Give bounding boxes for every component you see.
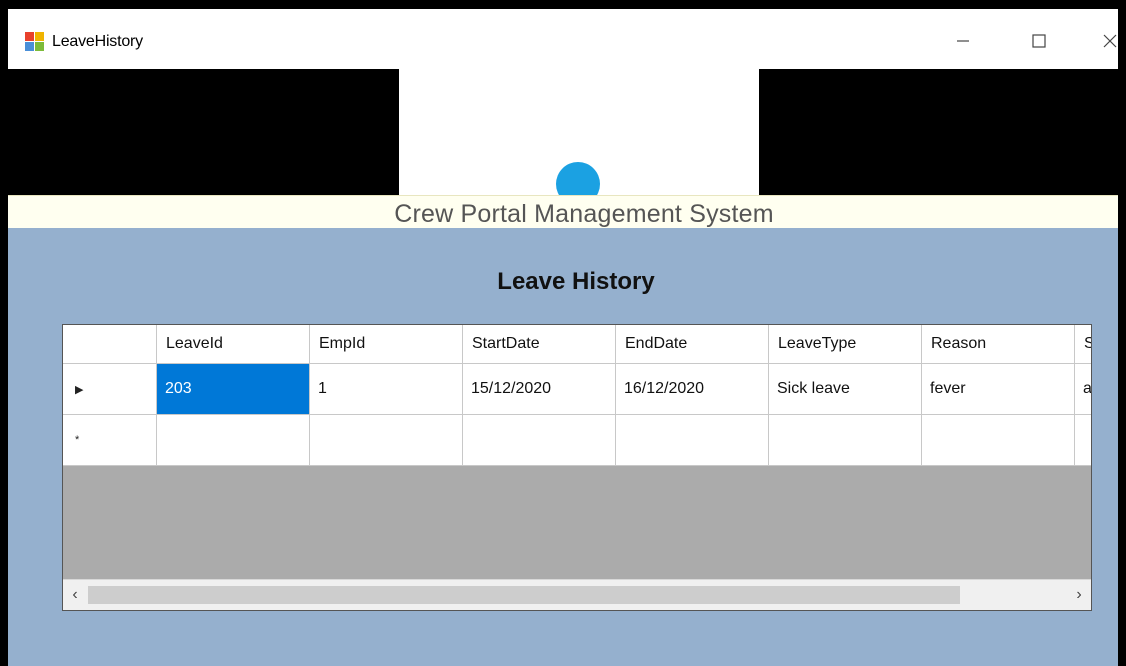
app-icon — [25, 32, 45, 52]
table-cell-startdate[interactable] — [463, 415, 616, 466]
maximize-icon — [1032, 34, 1046, 48]
scrollbar-thumb[interactable] — [88, 586, 960, 604]
column-header-leaveid[interactable]: LeaveId — [157, 325, 310, 364]
table-cell-reason[interactable] — [922, 415, 1075, 466]
table-cell-leaveid[interactable] — [157, 415, 310, 466]
column-header-enddate[interactable]: EndDate — [616, 325, 769, 364]
app-window: LeaveHistory Crew Portal Management Syst… — [0, 0, 1126, 666]
header-banner — [8, 69, 1118, 195]
table-cell-leavetype[interactable]: Sick leave — [769, 364, 922, 415]
chevron-right-icon: › — [1076, 586, 1082, 603]
table-cell-enddate[interactable]: 16/12/2020 — [616, 364, 769, 415]
chevron-left-icon: ‹ — [72, 586, 78, 603]
horizontal-scrollbar[interactable]: ‹ › — [63, 579, 1091, 610]
minimize-button[interactable] — [943, 23, 983, 59]
system-title-bar: Crew Portal Management System — [8, 195, 1118, 229]
grid-header-row: LeaveId EmpId StartDate EndDate LeaveTyp… — [63, 325, 1091, 364]
window-title: LeaveHistory — [52, 33, 143, 50]
logo-picture — [399, 69, 759, 195]
column-header-empid[interactable]: EmpId — [310, 325, 463, 364]
minimize-icon — [957, 40, 969, 42]
close-button[interactable] — [1090, 23, 1118, 59]
column-header-status[interactable]: St — [1075, 325, 1091, 364]
table-cell-empid[interactable] — [310, 415, 463, 466]
scroll-left-button[interactable]: ‹ — [63, 580, 87, 610]
column-header-leavetype[interactable]: LeaveType — [769, 325, 922, 364]
title-bar: LeaveHistory — [8, 9, 1118, 69]
page-title: Leave History — [497, 268, 655, 295]
table-row-new[interactable]: * — [63, 415, 1091, 466]
table-cell-status[interactable]: app — [1075, 364, 1091, 415]
close-icon — [1103, 34, 1117, 48]
maximize-button[interactable] — [1019, 23, 1059, 59]
table-cell-status[interactable] — [1075, 415, 1091, 466]
column-header-startdate[interactable]: StartDate — [463, 325, 616, 364]
row-header-new[interactable]: * — [63, 415, 157, 466]
logo-image — [556, 162, 600, 195]
main-content: Leave History LeaveId EmpId StartDate En… — [8, 228, 1118, 666]
table-cell-leaveid[interactable]: 203 — [157, 364, 310, 415]
table-cell-reason[interactable]: fever — [922, 364, 1075, 415]
column-header-reason[interactable]: Reason — [922, 325, 1075, 364]
row-header-corner[interactable] — [63, 325, 157, 364]
table-cell-leavetype[interactable] — [769, 415, 922, 466]
leave-history-grid[interactable]: LeaveId EmpId StartDate EndDate LeaveTyp… — [62, 324, 1092, 611]
table-cell-startdate[interactable]: 15/12/2020 — [463, 364, 616, 415]
scroll-right-button[interactable]: › — [1067, 580, 1091, 610]
table-cell-enddate[interactable] — [616, 415, 769, 466]
table-cell-empid[interactable]: 1 — [310, 364, 463, 415]
row-header-current[interactable]: ▶ — [63, 364, 157, 415]
system-title: Crew Portal Management System — [394, 200, 774, 228]
table-row[interactable]: ▶ 203 1 15/12/2020 16/12/2020 Sick leave… — [63, 364, 1091, 415]
